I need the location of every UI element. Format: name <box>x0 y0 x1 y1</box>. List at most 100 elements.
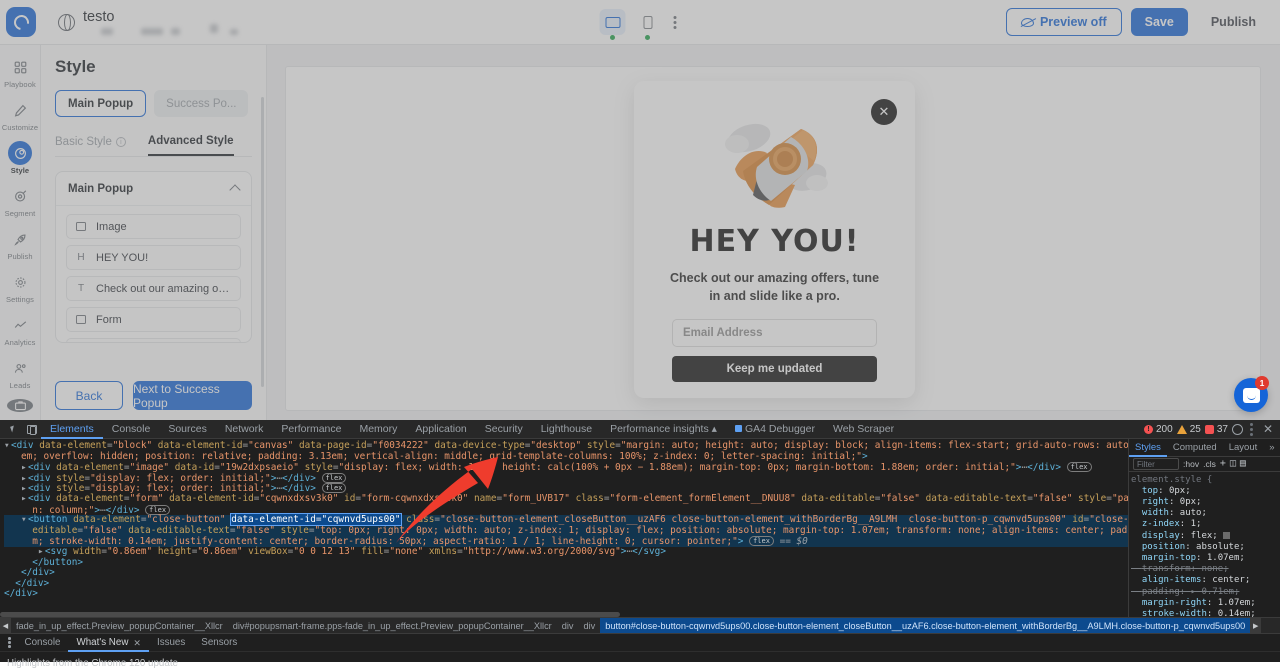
css-value[interactable]: 0px <box>1169 486 1185 496</box>
code-line[interactable]: ▸<div data-element="image" data-id="19w2… <box>4 462 1128 473</box>
site-selector[interactable]: testo <box>58 9 238 36</box>
code-line[interactable]: </div> <box>4 578 1128 590</box>
briefcase-icon[interactable] <box>7 399 33 412</box>
popupsmart-logo[interactable] <box>6 7 36 37</box>
tab-basic-style[interactable]: Basic Style i <box>55 135 126 156</box>
back-button[interactable]: Back <box>55 381 123 410</box>
css-value[interactable]: auto <box>1180 508 1202 518</box>
breadcrumb-scroll-left-icon[interactable]: ◀ <box>0 618 11 633</box>
breadcrumb-item[interactable]: div <box>557 618 579 633</box>
gear-icon[interactable] <box>1231 423 1243 435</box>
sidebar-item-segment[interactable]: Segment <box>0 184 41 218</box>
style-declaration[interactable]: margin-top: 1.07em; <box>1131 553 1280 564</box>
desktop-icon[interactable] <box>599 9 626 40</box>
breadcrumb-item-selected[interactable]: button#close-button-cqwnvd5ups00.close-b… <box>600 618 1251 633</box>
list-item[interactable]: H HEY YOU! <box>66 245 241 270</box>
style-declaration[interactable]: display: flex; <box>1131 531 1280 542</box>
mobile-icon[interactable] <box>635 9 661 40</box>
dom-tree[interactable]: ▾<div data-element="block" data-element-… <box>0 439 1128 617</box>
close-icon[interactable]: ✕ <box>871 99 897 125</box>
code-line[interactable]: </div> <box>4 589 1128 600</box>
tab-security[interactable]: Security <box>476 420 532 439</box>
style-declaration[interactable]: width: auto; <box>1131 508 1280 519</box>
css-value[interactable]: 0.14em <box>1218 609 1251 617</box>
drawer-tab-sensors[interactable]: Sensors <box>193 634 245 652</box>
hov-button[interactable]: :hov <box>1183 459 1199 469</box>
css-value[interactable]: center <box>1212 575 1245 585</box>
style-declaration-overridden[interactable]: transform: none; <box>1131 564 1280 575</box>
css-value[interactable]: 1.07em <box>1207 553 1240 563</box>
style-declaration[interactable]: align-items: center; <box>1131 575 1280 586</box>
plus-icon[interactable]: + <box>1220 458 1226 469</box>
code-line[interactable]: </button> <box>4 557 1128 569</box>
device-toolbar-icon[interactable] <box>22 420 41 439</box>
warning-count[interactable]: 25 <box>1176 424 1201 435</box>
tab-main-popup[interactable]: Main Popup <box>55 90 147 117</box>
css-value[interactable]: flex; <box>1191 531 1218 541</box>
css-value[interactable]: 0px <box>1180 497 1196 507</box>
tab-performance-insights[interactable]: Performance insights ▴ <box>601 420 726 439</box>
next-to-success-popup-button[interactable]: Next to Success Popup <box>133 381 252 410</box>
css-value[interactable]: 1.07em <box>1218 598 1251 608</box>
close-icon[interactable]: ✕ <box>1260 422 1276 436</box>
style-declaration[interactable]: top: 0px; <box>1131 486 1280 497</box>
tab-application[interactable]: Application <box>406 420 475 439</box>
code-line[interactable]: </div> <box>4 567 1128 579</box>
flex-editor-icon[interactable] <box>1223 531 1231 539</box>
list-item[interactable]: Email Address <box>66 338 241 342</box>
issue-count[interactable]: 37 <box>1204 424 1228 435</box>
tab-advanced-style[interactable]: Advanced Style <box>147 135 234 156</box>
sidebar-item-leads[interactable]: Leads <box>0 356 41 390</box>
cls-button[interactable]: .cls <box>1203 459 1216 469</box>
publish-button[interactable]: Publish <box>1197 8 1270 36</box>
css-value[interactable]: none <box>1201 564 1223 574</box>
breadcrumb-item[interactable]: div <box>579 618 601 633</box>
style-declaration[interactable]: z-index: 1; <box>1131 519 1280 530</box>
sidebar-item-publish[interactable]: Publish <box>0 227 41 261</box>
kebab-menu-icon[interactable] <box>1247 422 1256 436</box>
save-button[interactable]: Save <box>1130 8 1188 36</box>
submit-button[interactable]: Keep me updated <box>672 356 877 383</box>
print-preview-icon[interactable]: ◫ <box>1230 458 1236 469</box>
list-item[interactable]: Form <box>66 307 241 332</box>
sidebar-item-style[interactable]: Style <box>0 141 41 175</box>
style-declaration[interactable]: position: absolute; <box>1131 542 1280 553</box>
tab-performance[interactable]: Performance <box>272 420 350 439</box>
style-declaration[interactable]: margin-right: 1.07em; <box>1131 598 1280 609</box>
code-line[interactable]: ▸<div style="display: flex; order: initi… <box>4 472 1128 484</box>
sidebar-item-customize[interactable]: Customize <box>0 98 41 132</box>
device-preview-toggle[interactable] <box>599 9 681 40</box>
kebab-menu-icon[interactable] <box>2 637 17 648</box>
tab-memory[interactable]: Memory <box>350 420 406 439</box>
css-value[interactable]: ▸ 0.71em <box>1191 587 1234 597</box>
breadcrumb-item[interactable]: div#popupsmart-frame.pps-fade_in_up_effe… <box>228 618 557 633</box>
email-field[interactable]: Email Address <box>672 319 877 348</box>
sidebar-toggle-icon[interactable]: ▤ <box>1240 458 1246 469</box>
kebab-menu-icon[interactable] <box>670 12 681 33</box>
drawer-tab-console[interactable]: Console <box>17 634 69 652</box>
chevron-up-icon[interactable] <box>229 184 241 196</box>
layer-group-header[interactable]: Main Popup <box>56 172 251 206</box>
css-value[interactable]: 1 <box>1191 519 1196 529</box>
chat-bubble-icon[interactable]: 1 <box>1234 376 1269 412</box>
tab-sources[interactable]: Sources <box>159 420 216 439</box>
code-line[interactable]: ▸<svg width="0.86em" height="0.86em" vie… <box>4 546 1128 558</box>
code-line[interactable]: em; overflow: hidden; position: relative… <box>4 451 1128 463</box>
list-item[interactable]: T Check out our amazing offers, tune... <box>66 276 241 301</box>
breadcrumb-scroll-right-icon[interactable]: ▶ <box>1250 618 1262 633</box>
inspect-cursor-icon[interactable] <box>3 420 22 439</box>
info-icon[interactable]: i <box>115 137 126 147</box>
panel-scrollbar[interactable] <box>261 97 264 387</box>
tab-elements[interactable]: Elements <box>41 420 103 439</box>
style-declaration-overridden[interactable]: padding: ▸ 0.71em; <box>1131 587 1280 598</box>
error-count[interactable]: ! 200 <box>1144 424 1173 435</box>
close-icon[interactable]: ✕ <box>133 634 141 652</box>
tab-ga4-debugger[interactable]: GA4 Debugger <box>726 420 824 439</box>
style-declaration[interactable]: stroke-width: 0.14em; <box>1131 609 1280 617</box>
tab-success-popup[interactable]: Success Po... <box>154 90 249 117</box>
css-value[interactable]: absolute <box>1196 542 1239 552</box>
breadcrumb-item[interactable]: fade_in_up_effect.Preview_popupContainer… <box>11 618 228 633</box>
style-declaration[interactable]: right: 0px; <box>1131 497 1280 508</box>
sidebar-item-playbook[interactable]: Playbook <box>0 55 41 89</box>
tab-layout[interactable]: Layout <box>1223 439 1264 457</box>
